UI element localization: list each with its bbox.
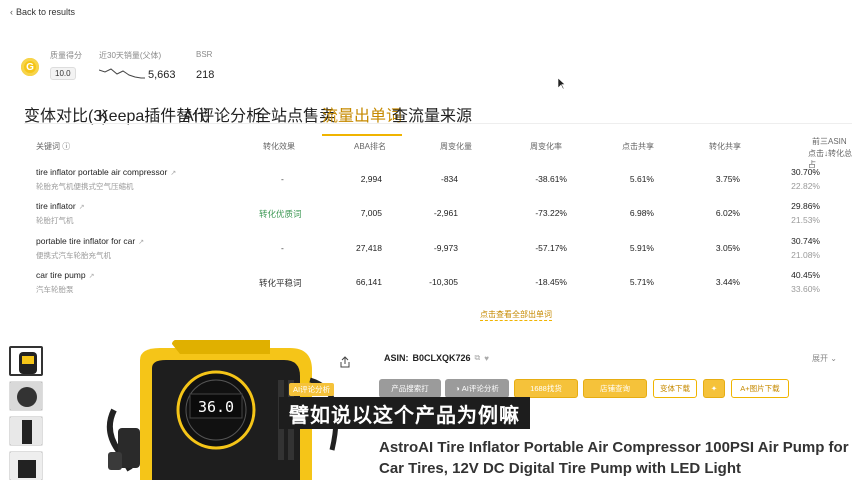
top3-conv: 21.53% [791, 215, 820, 225]
top3-conv: 22.82% [791, 181, 820, 191]
product-thumbnail[interactable] [9, 416, 43, 446]
keyword-translation: 轮胎打气机 [36, 216, 74, 225]
top3-click: 40.45% [791, 270, 820, 280]
product-title: AstroAI Tire Inflator Portable Air Compr… [379, 439, 849, 477]
aba-rank: 7,005 [360, 208, 382, 218]
external-link-icon[interactable]: ↗ [170, 170, 176, 177]
click-share: 5.61% [629, 174, 654, 184]
header-weekly-rate: 周变化率 [530, 142, 562, 151]
aba-rank: 27,418 [356, 243, 382, 253]
header-effect: 转化效果 [263, 142, 295, 151]
effect-tag: - [281, 243, 284, 253]
conv-share: 3.05% [715, 243, 740, 253]
chevron-left-icon: ‹ [10, 7, 13, 17]
back-label: Back to results [16, 7, 76, 17]
ai-review-overlay-button[interactable]: AI评论分析 [289, 383, 335, 396]
table-row-keyword[interactable]: portable tire inflator for car ↗ [36, 236, 144, 246]
heart-icon[interactable]: ♥ [484, 354, 489, 363]
header-keyword: 关键词 ⓘ [36, 142, 71, 151]
weekly-rate: -38.61% [535, 174, 567, 184]
tab-variant-compare[interactable]: 变体对比(3) [24, 94, 108, 134]
effect-tag: 转化平稳词 [259, 278, 302, 288]
asin-value: B0CLXQK726 [412, 353, 471, 363]
weekly-change: -2,961 [433, 208, 458, 218]
sales-value: 5,663 [148, 69, 176, 81]
click-share: 5.71% [629, 277, 654, 287]
back-to-results-link[interactable]: ‹ Back to results [10, 7, 75, 17]
conv-share: 3.75% [715, 174, 740, 184]
tab-traffic-keywords[interactable]: 流量出单词 [322, 94, 403, 136]
expand-toggle[interactable]: 展开 ⌄ [812, 353, 837, 364]
tabs-divider [24, 123, 852, 124]
weekly-rate: -18.45% [535, 277, 567, 287]
chevron-down-icon: ⌄ [830, 354, 837, 363]
sales-sparkline [99, 68, 145, 79]
keyword-translation: 汽车轮胎泵 [36, 285, 74, 294]
effect-tag: - [281, 174, 284, 184]
click-share: 6.98% [629, 208, 654, 218]
conv-share: 6.02% [715, 208, 740, 218]
product-thumbnail[interactable] [9, 451, 43, 480]
tool-icon: ✦ [710, 384, 718, 393]
weekly-change: -834 [440, 174, 458, 184]
variant-download-button[interactable]: 变体下载 [653, 379, 697, 398]
share-icon[interactable] [339, 356, 351, 368]
display-reading: 36.0 [198, 398, 234, 416]
table-row-keyword[interactable]: car tire pump ↗ [36, 270, 94, 280]
tab-traffic-source[interactable]: 查流量来源 [392, 94, 472, 134]
top3-click: 30.70% [791, 167, 820, 177]
tab-ai-review[interactable]: AI评论分析 [183, 94, 262, 134]
store-query-button[interactable]: 店铺查询 [583, 379, 647, 398]
score-value: 10.0 [50, 67, 76, 80]
keyword-translation: 轮胎充气机便携式空气压缩机 [36, 182, 134, 191]
product-thumbnail[interactable] [9, 346, 43, 376]
asin-line: ASIN: B0CLXQK726 ⧉ ♥ [384, 353, 489, 363]
header-top3-line1: 前三ASIN [812, 137, 847, 146]
asin-label: ASIN: [384, 353, 409, 363]
external-link-icon[interactable]: ↗ [89, 273, 95, 280]
table-row-keyword[interactable]: tire inflator ↗ [36, 201, 85, 211]
weekly-change: -10,305 [429, 277, 458, 287]
header-weekly-change: 周变化量 [440, 142, 472, 151]
sales-label: 近30天销量(父体) [99, 51, 162, 60]
top3-click: 30.74% [791, 236, 820, 246]
weekly-change: -9,973 [433, 243, 458, 253]
source-1688-button[interactable]: 1688找货 [514, 379, 578, 398]
weekly-rate: -57.17% [535, 243, 567, 253]
aba-rank: 2,994 [360, 174, 382, 184]
mouse-cursor-icon [558, 78, 566, 90]
top3-conv: 21.08% [791, 250, 820, 260]
view-all-keywords-link[interactable]: 点击查看全部出单词 [480, 309, 552, 321]
score-logo-icon: G [21, 58, 39, 76]
header-click-share: 点击共享 [622, 142, 654, 151]
aplus-image-download-button[interactable]: A+图片下载 [731, 379, 789, 398]
product-search-button[interactable]: 产品搜索打 [379, 379, 441, 398]
top3-click: 29.86% [791, 201, 820, 211]
weekly-rate: -73.22% [535, 208, 567, 218]
conv-share: 3.44% [715, 277, 740, 287]
top3-conv: 33.60% [791, 284, 820, 294]
aba-rank: 66,141 [356, 277, 382, 287]
video-subtitle: 譬如说以这个产品为例嘛 [279, 397, 530, 429]
ai-icon: ◑ [455, 384, 462, 393]
table-row-keyword[interactable]: tire inflator portable air compressor ↗ [36, 167, 176, 177]
bsr-value: 218 [196, 69, 215, 81]
copy-icon[interactable]: ⧉ [475, 353, 481, 363]
product-thumbnail[interactable] [9, 381, 43, 411]
effect-tag: 转化优质词 [259, 209, 302, 219]
header-aba: ABA排名 [354, 142, 387, 151]
external-link-icon[interactable]: ↗ [79, 204, 85, 211]
external-link-icon[interactable]: ↗ [138, 239, 144, 246]
header-conv-share: 转化共享 [709, 142, 741, 151]
tool-icon-button[interactable]: ✦ [703, 379, 725, 398]
keyword-translation: 便携式汽车轮胎充气机 [36, 251, 111, 260]
ai-review-button[interactable]: ◑ AI评论分析 [445, 379, 509, 398]
click-share: 5.91% [629, 243, 654, 253]
score-label: 质量得分 [50, 51, 82, 60]
bsr-label: BSR [196, 50, 213, 59]
